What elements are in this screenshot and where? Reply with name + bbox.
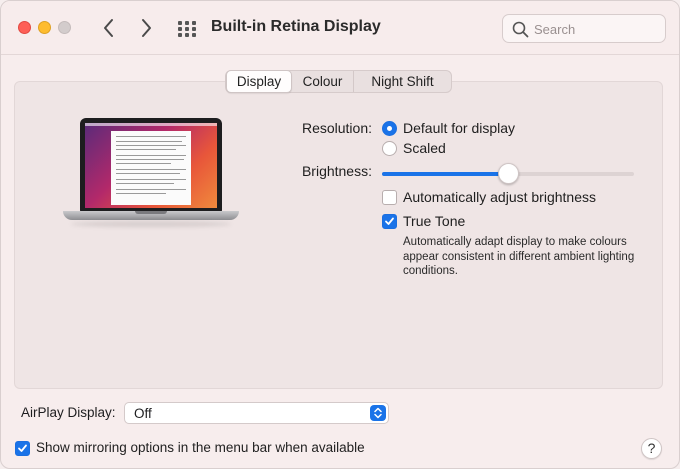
tab-display[interactable]: Display: [226, 70, 292, 93]
airplay-display-label: AirPlay Display:: [21, 405, 116, 420]
search-field[interactable]: [502, 14, 666, 43]
true-tone-label: True Tone: [403, 213, 466, 229]
true-tone-description: Automatically adapt display to make colo…: [403, 236, 635, 277]
radio-scaled[interactable]: [382, 141, 397, 156]
window-title: Built-in Retina Display: [211, 18, 381, 35]
grid-icon[interactable]: [177, 19, 197, 39]
search-icon: [512, 21, 529, 38]
resolution-label: Resolution:: [301, 120, 372, 136]
slider-fill: [382, 172, 508, 176]
auto-brightness-label: Automatically adjust brightness: [403, 189, 596, 205]
tab-colour[interactable]: Colour: [292, 71, 354, 92]
minimize-icon[interactable]: [38, 21, 51, 34]
option-default-for-display-label: Default for display: [403, 120, 516, 136]
brightness-label: Brightness:: [301, 163, 372, 179]
radio-default-for-display[interactable]: [382, 121, 397, 136]
auto-brightness-checkbox[interactable]: [382, 190, 397, 205]
checkmark-icon: [18, 444, 27, 452]
brightness-slider[interactable]: [382, 163, 634, 184]
tab-night-shift[interactable]: Night Shift: [354, 71, 451, 92]
option-scaled-label: Scaled: [403, 140, 446, 156]
slider-thumb[interactable]: [497, 163, 519, 184]
airplay-display-value: Off: [134, 406, 152, 421]
checkmark-icon: [385, 217, 394, 225]
up-down-chevron-icon: [370, 405, 386, 421]
true-tone-checkbox[interactable]: [382, 214, 397, 229]
search-input[interactable]: [534, 19, 662, 39]
help-button[interactable]: ?: [641, 438, 662, 459]
airplay-display-select[interactable]: Off: [124, 402, 389, 424]
titlebar: Built-in Retina Display: [1, 1, 679, 55]
chevron-left-icon[interactable]: [97, 15, 121, 41]
preferences-window: Built-in Retina Display Display Colour N…: [0, 0, 680, 469]
tab-bar: Display Colour Night Shift: [225, 70, 452, 93]
mirroring-checkbox[interactable]: [15, 441, 30, 456]
close-icon[interactable]: [18, 21, 31, 34]
zoom-icon[interactable]: [58, 21, 71, 34]
mirroring-label: Show mirroring options in the menu bar w…: [36, 440, 365, 455]
laptop-image: [63, 118, 239, 230]
chevron-right-icon[interactable]: [134, 15, 158, 41]
